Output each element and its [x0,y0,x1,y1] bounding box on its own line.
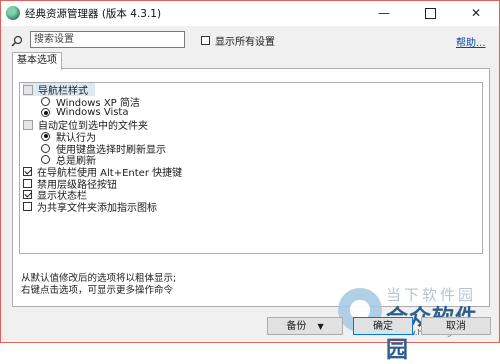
backup-label: 备份 [286,321,307,332]
radio-icon [41,155,50,165]
show-all-settings-label: 显示所有设置 [215,37,275,48]
radio-icon [41,143,50,153]
options-window: 经典资源管理器 (版本 4.3.1) — ✕ 显示所有设置 帮助... 基本选项… [0,0,500,363]
description-line: 从默认值修改后的选项将以粗体显示; [21,273,177,284]
description-text: 从默认值修改后的选项将以粗体显示; 右键点击选项，可显示更多操作命令 [21,273,176,297]
title-bar: 经典资源管理器 (版本 4.3.1) — ✕ [1,1,499,26]
help-link[interactable]: 帮助... [456,34,486,49]
checkbox-icon [201,36,210,45]
ok-button[interactable]: 确定 [353,317,413,335]
option-label: 为共享文件夹添加指示图标 [37,203,157,214]
checkbox-checked-icon [23,190,32,200]
checkbox-icon [23,202,32,211]
dropdown-arrow-icon: ▼ [317,322,324,331]
maximize-button[interactable] [407,1,453,26]
tab-basic-options[interactable]: 基本选项 [12,52,62,70]
close-button[interactable]: ✕ [453,1,499,26]
folder-group-icon [23,84,33,95]
radio-selected-icon [41,131,50,141]
backup-button[interactable]: 备份 ▼ [267,317,343,335]
description-line: 右键点击选项，可显示更多操作命令 [21,285,174,296]
checkbox-icon [23,178,32,188]
radio-selected-icon [41,108,50,118]
search-icon [11,35,23,47]
search-input[interactable] [30,31,185,48]
checkbox-checked-icon [23,166,32,176]
window-title: 经典资源管理器 (版本 4.3.1) [25,8,162,20]
app-icon [6,6,20,20]
show-all-settings-checkbox[interactable]: 显示所有设置 [201,34,275,48]
folder-group-icon [23,119,33,130]
maximize-icon [424,8,436,19]
radio-icon [41,96,50,106]
option-checkbox[interactable]: 为共享文件夹添加指示图标 [23,200,157,214]
cancel-button[interactable]: 取消 [421,317,491,335]
minimize-button[interactable]: — [361,1,407,26]
